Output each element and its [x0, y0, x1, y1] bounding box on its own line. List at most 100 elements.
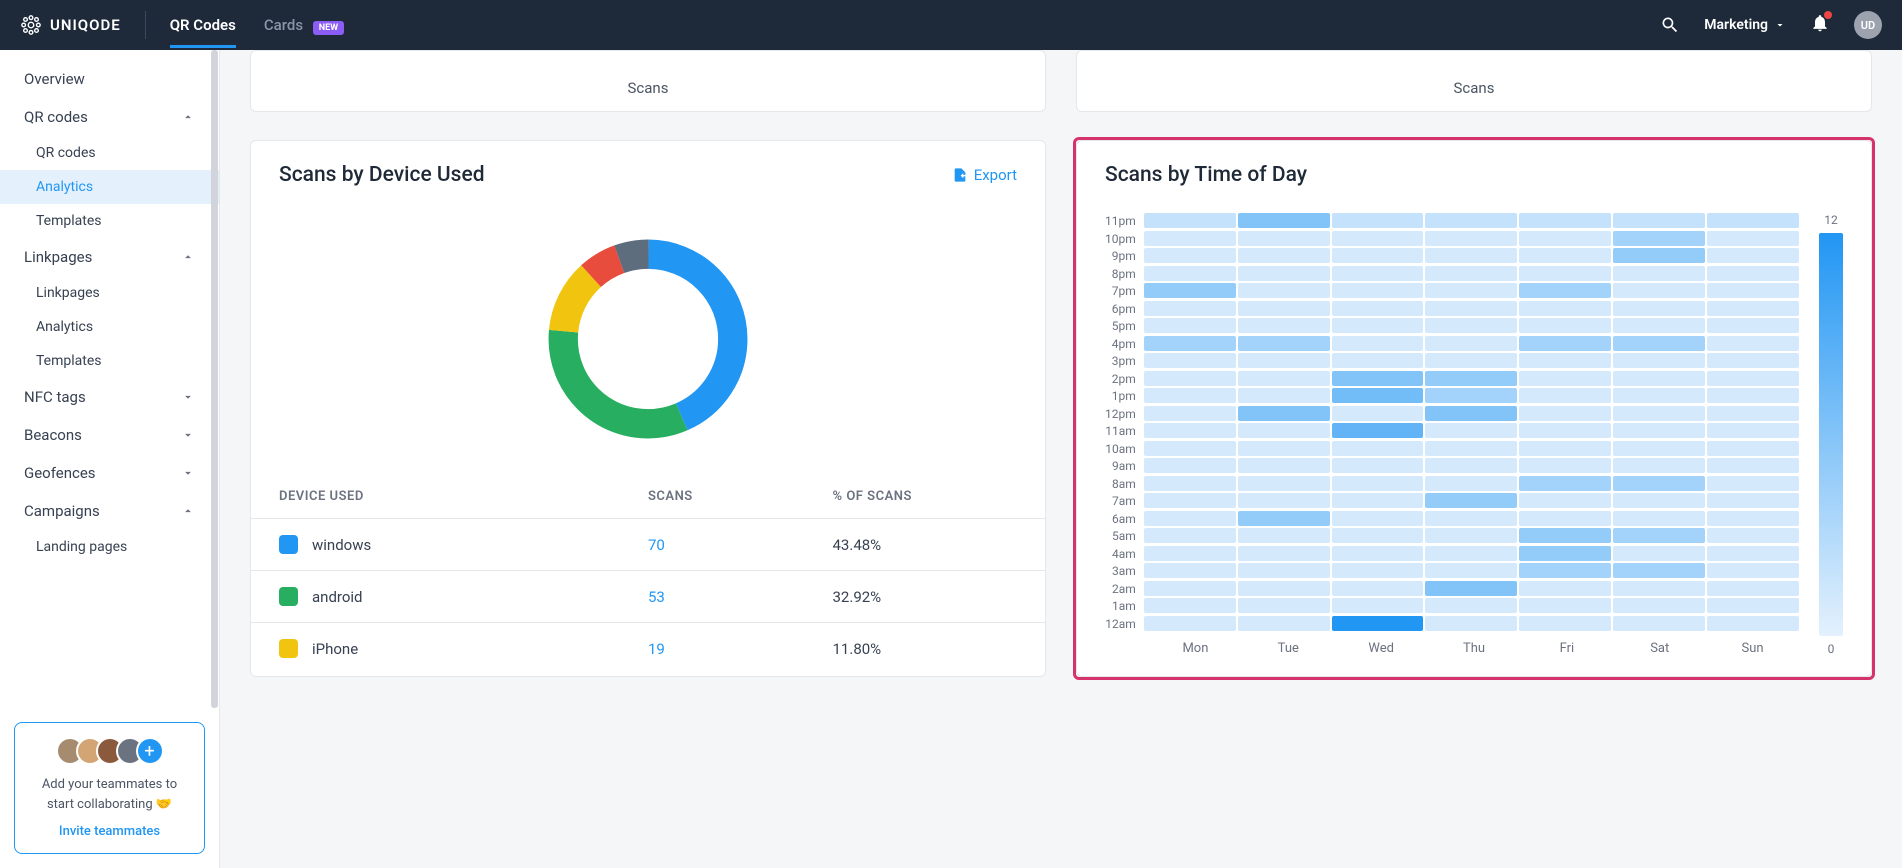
- heatmap-cell[interactable]: [1238, 423, 1330, 438]
- heatmap-cell[interactable]: [1332, 283, 1424, 298]
- heatmap-cell[interactable]: [1707, 406, 1799, 421]
- heatmap-cell[interactable]: [1332, 371, 1424, 386]
- invite-teammates-link[interactable]: Invite teammates: [29, 824, 190, 839]
- heatmap-cell[interactable]: [1144, 406, 1236, 421]
- heatmap-cell[interactable]: [1238, 528, 1330, 543]
- heatmap-cell[interactable]: [1519, 528, 1611, 543]
- table-row[interactable]: android5332.92%: [251, 570, 1045, 622]
- heatmap-cell[interactable]: [1613, 476, 1705, 491]
- heatmap-cell[interactable]: [1613, 458, 1705, 473]
- heatmap-cell[interactable]: [1425, 511, 1517, 526]
- heatmap-cell[interactable]: [1613, 616, 1705, 631]
- heatmap-cell[interactable]: [1613, 231, 1705, 246]
- heatmap-cell[interactable]: [1144, 563, 1236, 578]
- heatmap-cell[interactable]: [1332, 231, 1424, 246]
- heatmap-cell[interactable]: [1238, 458, 1330, 473]
- heatmap-cell[interactable]: [1707, 371, 1799, 386]
- heatmap-cell[interactable]: [1238, 511, 1330, 526]
- heatmap-cell[interactable]: [1144, 546, 1236, 561]
- heatmap-cell[interactable]: [1707, 231, 1799, 246]
- heatmap-cell[interactable]: [1144, 581, 1236, 596]
- sidebar-templates[interactable]: Templates: [0, 204, 219, 238]
- heatmap-cell[interactable]: [1707, 213, 1799, 228]
- heatmap-cell[interactable]: [1332, 528, 1424, 543]
- heatmap-cell[interactable]: [1707, 493, 1799, 508]
- heatmap-cell[interactable]: [1425, 423, 1517, 438]
- org-dropdown[interactable]: Marketing: [1704, 17, 1786, 33]
- heatmap-cell[interactable]: [1613, 371, 1705, 386]
- heatmap-cell[interactable]: [1332, 301, 1424, 316]
- user-avatar[interactable]: UD: [1854, 11, 1882, 39]
- heatmap-cell[interactable]: [1613, 546, 1705, 561]
- sidebar-scrollbar[interactable]: [211, 50, 218, 708]
- brand-logo[interactable]: UNIQODE: [20, 14, 121, 36]
- heatmap-cell[interactable]: [1144, 388, 1236, 403]
- export-button[interactable]: Export: [952, 166, 1017, 184]
- heatmap-cell[interactable]: [1613, 283, 1705, 298]
- heatmap-cell[interactable]: [1707, 423, 1799, 438]
- heatmap-cell[interactable]: [1425, 458, 1517, 473]
- heatmap-cell[interactable]: [1519, 476, 1611, 491]
- heatmap-cell[interactable]: [1332, 441, 1424, 456]
- heatmap-cell[interactable]: [1425, 318, 1517, 333]
- heatmap-cell[interactable]: [1425, 406, 1517, 421]
- heatmap-cell[interactable]: [1238, 598, 1330, 613]
- heatmap-cell[interactable]: [1332, 511, 1424, 526]
- heatmap-cell[interactable]: [1613, 301, 1705, 316]
- heatmap-cell[interactable]: [1425, 493, 1517, 508]
- heatmap-cell[interactable]: [1332, 581, 1424, 596]
- heatmap-cell[interactable]: [1425, 546, 1517, 561]
- heatmap-cell[interactable]: [1332, 546, 1424, 561]
- heatmap-cell[interactable]: [1332, 476, 1424, 491]
- heatmap-cell[interactable]: [1425, 336, 1517, 351]
- heatmap-cell[interactable]: [1707, 388, 1799, 403]
- heatmap-cell[interactable]: [1238, 353, 1330, 368]
- sidebar-lp-analytics[interactable]: Analytics: [0, 310, 219, 344]
- heatmap-cell[interactable]: [1519, 598, 1611, 613]
- heatmap-cell[interactable]: [1425, 388, 1517, 403]
- heatmap-cell[interactable]: [1519, 441, 1611, 456]
- heatmap-cell[interactable]: [1613, 388, 1705, 403]
- nav-qr-codes[interactable]: QR Codes: [170, 2, 236, 48]
- heatmap-cell[interactable]: [1425, 476, 1517, 491]
- sidebar-linkpages-sub[interactable]: Linkpages: [0, 276, 219, 310]
- heatmap-cell[interactable]: [1519, 563, 1611, 578]
- heatmap-cell[interactable]: [1144, 248, 1236, 263]
- heatmap-cell[interactable]: [1707, 283, 1799, 298]
- heatmap-cell[interactable]: [1238, 581, 1330, 596]
- heatmap-cell[interactable]: [1144, 493, 1236, 508]
- heatmap-cell[interactable]: [1519, 248, 1611, 263]
- heatmap-cell[interactable]: [1519, 493, 1611, 508]
- heatmap-cell[interactable]: [1144, 336, 1236, 351]
- heatmap-cell[interactable]: [1519, 283, 1611, 298]
- heatmap-cell[interactable]: [1613, 213, 1705, 228]
- heatmap-cell[interactable]: [1144, 318, 1236, 333]
- heatmap-cell[interactable]: [1519, 458, 1611, 473]
- heatmap-cell[interactable]: [1238, 406, 1330, 421]
- heatmap-cell[interactable]: [1238, 388, 1330, 403]
- heatmap-cell[interactable]: [1613, 406, 1705, 421]
- heatmap-cell[interactable]: [1425, 248, 1517, 263]
- scan-count[interactable]: 70: [648, 536, 833, 554]
- scan-count[interactable]: 53: [648, 588, 833, 606]
- heatmap-cell[interactable]: [1613, 441, 1705, 456]
- heatmap-cell[interactable]: [1238, 371, 1330, 386]
- heatmap-cell[interactable]: [1519, 266, 1611, 281]
- heatmap-cell[interactable]: [1332, 336, 1424, 351]
- heatmap-cell[interactable]: [1707, 318, 1799, 333]
- heatmap-cell[interactable]: [1144, 616, 1236, 631]
- heatmap-cell[interactable]: [1707, 336, 1799, 351]
- nav-cards[interactable]: Cards NEW: [264, 2, 344, 48]
- heatmap-cell[interactable]: [1613, 248, 1705, 263]
- heatmap-cell[interactable]: [1519, 546, 1611, 561]
- heatmap-cell[interactable]: [1332, 598, 1424, 613]
- heatmap-cell[interactable]: [1238, 563, 1330, 578]
- heatmap-cell[interactable]: [1519, 318, 1611, 333]
- sidebar-qrcodes[interactable]: QR codes: [0, 98, 219, 136]
- heatmap-cell[interactable]: [1613, 318, 1705, 333]
- heatmap-cell[interactable]: [1332, 388, 1424, 403]
- heatmap-cell[interactable]: [1238, 616, 1330, 631]
- search-icon[interactable]: [1660, 15, 1680, 35]
- heatmap-cell[interactable]: [1425, 283, 1517, 298]
- heatmap-cell[interactable]: [1707, 546, 1799, 561]
